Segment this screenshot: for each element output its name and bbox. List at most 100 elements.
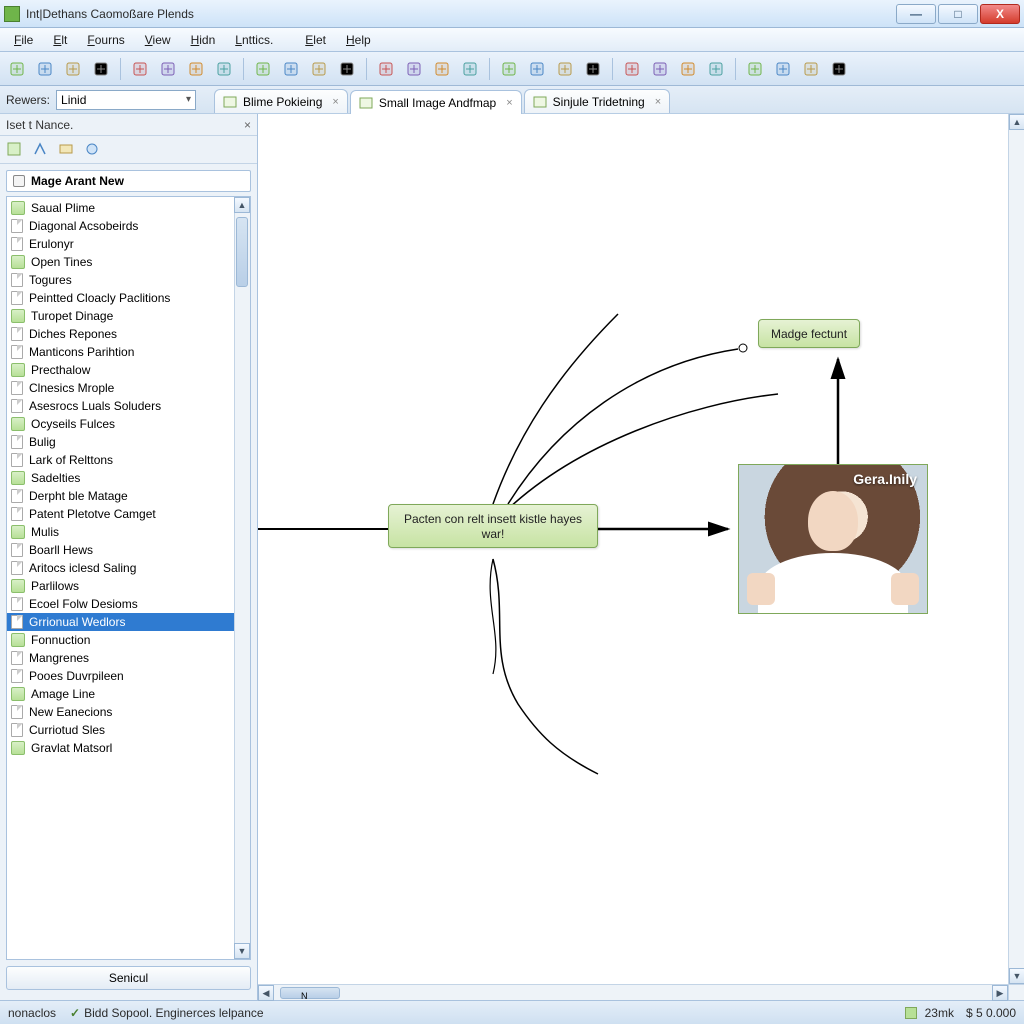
tab-close-icon[interactable]: × <box>332 96 338 108</box>
sidebar-scroll-thumb[interactable] <box>236 217 248 287</box>
close-button[interactable]: X <box>980 4 1020 24</box>
tree-item[interactable]: Erulonyr <box>7 235 250 253</box>
tree-item[interactable]: Peintted Cloacly Paclitions <box>7 289 250 307</box>
tree-item[interactable]: Derpht ble Matage <box>7 487 250 505</box>
minimize-button[interactable]: — <box>896 4 936 24</box>
canvas-horizontal-scrollbar[interactable]: ◀ N ▶ <box>258 984 1008 1000</box>
toolbar-button-0[interactable] <box>6 58 28 80</box>
tree-item[interactable]: Aritocs iclesd Saling <box>7 559 250 577</box>
toolbar-button-22[interactable] <box>677 58 699 80</box>
sidebar-section-box[interactable]: Mage Arant New <box>6 170 251 192</box>
toolbar-button-27[interactable] <box>828 58 850 80</box>
menu-elt[interactable]: Elt <box>43 30 77 50</box>
tree-item[interactable]: Precthalow <box>7 361 250 379</box>
hscroll-left-icon[interactable]: ◀ <box>258 985 274 1001</box>
toolbar-button-3[interactable] <box>90 58 112 80</box>
toolbar-button-16[interactable] <box>498 58 520 80</box>
toolbar-button-9[interactable] <box>280 58 302 80</box>
hscroll-right-icon[interactable]: ▶ <box>992 985 1008 1001</box>
toolbar-button-19[interactable] <box>582 58 604 80</box>
scroll-up-icon[interactable]: ▲ <box>234 197 250 213</box>
tree-item[interactable]: Grrionual Wedlors <box>7 613 250 631</box>
maximize-button[interactable]: □ <box>938 4 978 24</box>
tree-item[interactable]: Lark of Relttons <box>7 451 250 469</box>
tree-item[interactable]: Pooes Duvrpileen <box>7 667 250 685</box>
tab-0[interactable]: Blime Pokieing× <box>214 89 348 113</box>
sidebar-close-icon[interactable]: × <box>244 118 251 132</box>
toolbar-button-24[interactable] <box>744 58 766 80</box>
hscroll-thumb[interactable]: N <box>280 987 340 999</box>
rewers-combo[interactable]: Linid ▾ <box>56 90 196 110</box>
sidebar-tool-4[interactable] <box>84 141 102 159</box>
menu-elet[interactable]: Elet <box>295 30 336 50</box>
toolbar-button-2[interactable] <box>62 58 84 80</box>
toolbar-button-15[interactable] <box>459 58 481 80</box>
toolbar-button-8[interactable] <box>252 58 274 80</box>
tree-item[interactable]: Clnesics Mrople <box>7 379 250 397</box>
toolbar-button-6[interactable] <box>185 58 207 80</box>
mindmap-canvas[interactable]: Pacten con relt insett kistle hayes war!… <box>258 114 1008 984</box>
tree-item[interactable]: Togures <box>7 271 250 289</box>
sidebar-tool-3[interactable] <box>58 141 76 159</box>
mindmap-image-node[interactable]: Gera.Inily <box>738 464 928 614</box>
tree-item[interactable]: Mangrenes <box>7 649 250 667</box>
tab-close-icon[interactable]: × <box>506 97 512 109</box>
scroll-down-icon[interactable]: ▼ <box>234 943 250 959</box>
tree-item[interactable]: Asesrocs Luals Soluders <box>7 397 250 415</box>
tree-item[interactable]: Gravlat Matsorl <box>7 739 250 757</box>
tree-item[interactable]: Turopet Dinage <box>7 307 250 325</box>
toolbar-button-10[interactable] <box>308 58 330 80</box>
toolbar-button-23[interactable] <box>705 58 727 80</box>
toolbar-button-21[interactable] <box>649 58 671 80</box>
sidebar-tool-1[interactable] <box>6 141 24 159</box>
menu-fourns[interactable]: Fourns <box>77 30 134 50</box>
toolbar-button-26[interactable] <box>800 58 822 80</box>
toolbar-button-5[interactable] <box>157 58 179 80</box>
toolbar-button-13[interactable] <box>403 58 425 80</box>
tree-item[interactable]: Patent Pletotve Camget <box>7 505 250 523</box>
tree-item[interactable]: New Eanecions <box>7 703 250 721</box>
tree-item[interactable]: Ecoel Folw Desioms <box>7 595 250 613</box>
toolbar-button-7[interactable] <box>213 58 235 80</box>
tree-item[interactable]: Open Tines <box>7 253 250 271</box>
vscroll-up-icon[interactable]: ▲ <box>1009 114 1024 130</box>
sidebar-tool-2[interactable] <box>32 141 50 159</box>
menu-help[interactable]: Help <box>336 30 381 50</box>
toolbar-button-20[interactable] <box>621 58 643 80</box>
tree-item[interactable]: Ocyseils Fulces <box>7 415 250 433</box>
tree-item[interactable]: Fonnuction <box>7 631 250 649</box>
canvas-vertical-scrollbar[interactable]: ▲ ▼ <box>1008 114 1024 984</box>
tree-item[interactable]: Sadelties <box>7 469 250 487</box>
tree-item[interactable]: Diches Repones <box>7 325 250 343</box>
menu-hidn[interactable]: Hidn <box>181 30 226 50</box>
menu-file[interactable]: File <box>4 30 43 50</box>
toolbar-button-25[interactable] <box>772 58 794 80</box>
tree-item[interactable]: Bulig <box>7 433 250 451</box>
tree-item[interactable]: Boarll Hews <box>7 541 250 559</box>
tab-1[interactable]: Small Image Andfmap× <box>350 90 522 114</box>
menu-lnttics.[interactable]: Lnttics. <box>225 30 283 50</box>
toolbar-button-18[interactable] <box>554 58 576 80</box>
tree-item[interactable]: Parlilows <box>7 577 250 595</box>
sidebar-scrollbar[interactable]: ▲ ▼ <box>234 197 250 959</box>
mindmap-center-node[interactable]: Pacten con relt insett kistle hayes war! <box>388 504 598 548</box>
tree-item[interactable]: Diagonal Acsobeirds <box>7 217 250 235</box>
tree-item[interactable]: Mulis <box>7 523 250 541</box>
mindmap-top-node[interactable]: Madge fectunt <box>758 319 860 348</box>
toolbar-button-4[interactable] <box>129 58 151 80</box>
toolbar-button-17[interactable] <box>526 58 548 80</box>
menu-view[interactable]: View <box>135 30 181 50</box>
tree-item[interactable]: Saual Plime <box>7 199 250 217</box>
tab-close-icon[interactable]: × <box>655 96 661 108</box>
toolbar-button-11[interactable] <box>336 58 358 80</box>
tree-item[interactable]: Amage Line <box>7 685 250 703</box>
tree-item[interactable]: Manticons Parihtion <box>7 343 250 361</box>
tree-item[interactable]: Curriotud Sles <box>7 721 250 739</box>
toolbar-button-1[interactable] <box>34 58 56 80</box>
sidebar-bottom-button[interactable]: Senicul <box>6 966 251 990</box>
vscroll-down-icon[interactable]: ▼ <box>1009 968 1024 984</box>
toolbar-button-12[interactable] <box>375 58 397 80</box>
tab-2[interactable]: Sinjule Tridetning× <box>524 89 671 113</box>
toolbar-button-14[interactable] <box>431 58 453 80</box>
sidebar-tree[interactable]: Saual PlimeDiagonal AcsobeirdsErulonyrOp… <box>7 197 250 959</box>
